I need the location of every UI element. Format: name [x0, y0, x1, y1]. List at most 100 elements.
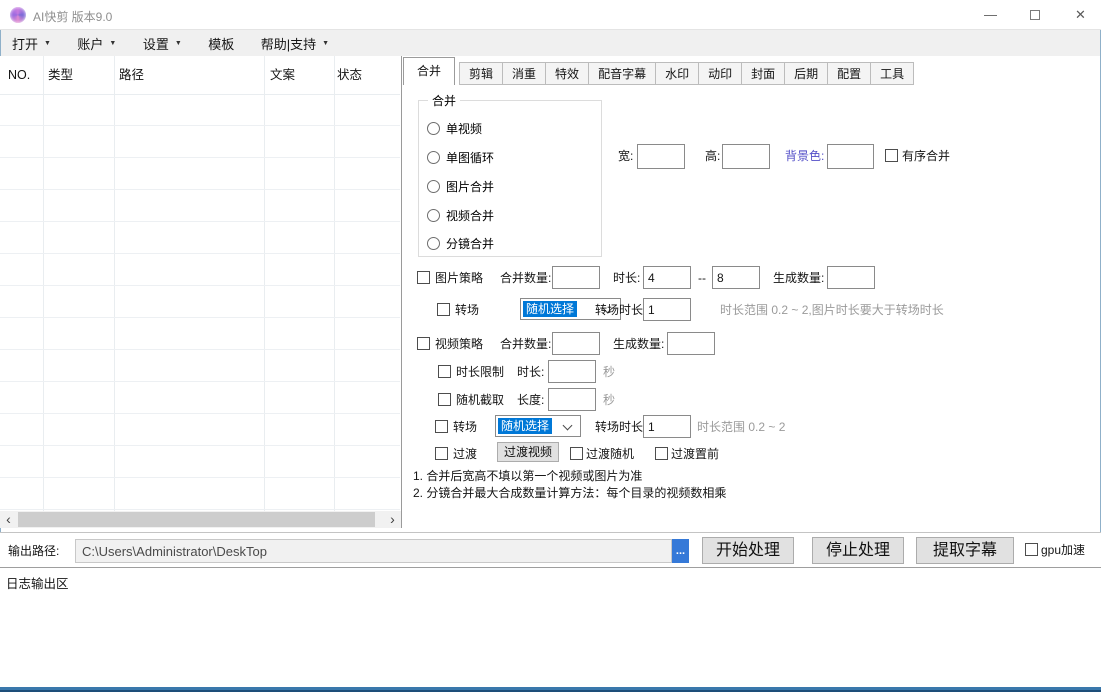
scrollbar-thumb[interactable]: [18, 512, 375, 527]
menu-open-label: 打开: [12, 34, 38, 53]
horizontal-scrollbar[interactable]: ‹ ›: [0, 511, 401, 528]
crossfade-video-button[interactable]: 过渡视频: [497, 442, 559, 462]
height-input[interactable]: [722, 144, 770, 169]
radio-label: 单视频: [446, 121, 482, 137]
duration-separator: --: [698, 267, 706, 289]
stop-button[interactable]: 停止处理: [812, 537, 904, 564]
radio-icon[interactable]: [427, 209, 440, 222]
table-body-empty[interactable]: [0, 94, 400, 511]
bottom-bar: 输出路径: ... 开始处理 停止处理 提取字幕 gpu加速: [0, 532, 1101, 567]
col-header-no: NO.: [8, 56, 30, 94]
radio-label: 单图循环: [446, 150, 494, 166]
img-duration-min-input[interactable]: [643, 266, 691, 289]
video-transition-dropdown[interactable]: 随机选择: [495, 415, 581, 437]
img-transition-hint: 时长范围 0.2 ~ 2,图片时长要大于转场时长: [720, 299, 944, 321]
note-line-1: 1. 合并后宽高不填以第一个视频或图片为准: [413, 468, 642, 485]
tab-motion[interactable]: 动印: [699, 62, 742, 85]
merge-groupbox: 合并 单视频 单图循环 图片合并 视频合并 分镜合并: [418, 100, 602, 257]
menu-template[interactable]: 模板: [197, 30, 245, 56]
radio-icon[interactable]: [427, 122, 440, 135]
img-merge-count-input[interactable]: [552, 266, 600, 289]
gpu-accel-checkbox[interactable]: [1025, 543, 1038, 556]
video-strategy-checkbox[interactable]: [417, 337, 430, 350]
tab-cover[interactable]: 封面: [742, 62, 785, 85]
menu-help[interactable]: 帮助|支持 ▼: [250, 30, 340, 56]
length-unit-label: 秒: [603, 389, 615, 411]
img-transition-duration-label: 转场时长:: [595, 299, 646, 321]
vid-transition-duration-input[interactable]: [643, 415, 691, 438]
start-button[interactable]: 开始处理: [702, 537, 794, 564]
vid-gen-count-label: 生成数量:: [613, 333, 664, 355]
img-duration-max-input[interactable]: [712, 266, 760, 289]
menu-bar: 打开 ▼ 账户▼ 设置 ▼ 模板 帮助|支持 ▼: [1, 30, 1100, 56]
extract-subtitle-button[interactable]: 提取字幕: [916, 537, 1014, 564]
image-strategy-checkbox[interactable]: [417, 271, 430, 284]
maximize-icon: [1030, 10, 1040, 20]
browse-button[interactable]: ...: [672, 539, 689, 563]
scroll-left-icon[interactable]: ‹: [0, 511, 17, 528]
tab-merge[interactable]: 合并: [403, 57, 455, 85]
img-gen-count-input[interactable]: [827, 266, 875, 289]
duration-limit-input[interactable]: [548, 360, 596, 383]
bg-color-input[interactable]: [827, 144, 874, 169]
maximize-button[interactable]: [1013, 0, 1058, 30]
col-header-status: 状态: [337, 56, 362, 94]
tab-watermark[interactable]: 水印: [656, 62, 699, 85]
crossfade-random-checkbox[interactable]: [570, 447, 583, 460]
tab-dub-subtitle[interactable]: 配音字幕: [589, 62, 656, 85]
vid-transition-duration-label: 转场时长:: [595, 416, 646, 438]
ordered-merge-checkbox[interactable]: [885, 149, 898, 162]
vid-merge-count-input[interactable]: [552, 332, 600, 355]
img-gen-count-label: 生成数量:: [773, 267, 824, 289]
video-transition-checkbox[interactable]: [435, 420, 448, 433]
img-transition-duration-input[interactable]: [643, 298, 691, 321]
menu-open[interactable]: 打开 ▼: [1, 30, 62, 56]
image-strategy-label: 图片策略: [435, 267, 483, 289]
tab-config[interactable]: 配置: [828, 62, 871, 85]
menu-account[interactable]: 账户▼: [66, 30, 127, 56]
bg-color-label[interactable]: 背景色:: [785, 145, 824, 167]
random-cut-input[interactable]: [548, 388, 596, 411]
width-input[interactable]: [637, 144, 685, 169]
minimize-icon: —: [984, 7, 997, 22]
height-label: 高:: [705, 145, 720, 167]
random-cut-label: 随机截取: [456, 389, 504, 411]
radio-icon[interactable]: [427, 237, 440, 250]
chevron-down-icon: ▼: [322, 40, 329, 47]
minimize-button[interactable]: —: [968, 0, 1013, 30]
vid-merge-count-label: 合并数量:: [500, 333, 551, 355]
crossfade-front-checkbox[interactable]: [655, 447, 668, 460]
output-path-input[interactable]: [75, 539, 672, 563]
scroll-right-icon[interactable]: ›: [384, 511, 401, 528]
crossfade-checkbox[interactable]: [435, 447, 448, 460]
crossfade-random-label: 过渡随机: [586, 443, 634, 465]
duration-unit-label: 秒: [603, 361, 615, 383]
img-duration-label: 时长:: [613, 267, 640, 289]
dropdown-selected-value: 随机选择: [498, 418, 552, 434]
close-button[interactable]: ✕: [1058, 0, 1101, 30]
vid-gen-count-input[interactable]: [667, 332, 715, 355]
tab-post[interactable]: 后期: [785, 62, 828, 85]
duration-limit-checkbox[interactable]: [438, 365, 451, 378]
tab-dedupe[interactable]: 消重: [503, 62, 546, 85]
col-header-type: 类型: [48, 56, 73, 94]
width-label: 宽:: [618, 145, 633, 167]
tab-edit[interactable]: 剪辑: [459, 62, 503, 85]
radio-icon[interactable]: [427, 180, 440, 193]
menu-settings[interactable]: 设置 ▼: [132, 30, 193, 56]
menu-settings-label: 设置: [143, 34, 169, 53]
random-cut-checkbox[interactable]: [438, 393, 451, 406]
output-path-label: 输出路径:: [8, 540, 59, 562]
tab-effects[interactable]: 特效: [546, 62, 589, 85]
title-bar: AI快剪 版本9.0 — ✕: [0, 0, 1101, 30]
video-transition-label: 转场: [453, 416, 477, 438]
log-output-area[interactable]: 日志输出区: [0, 567, 1101, 687]
menu-help-label: 帮助|支持: [261, 34, 316, 53]
image-transition-checkbox[interactable]: [437, 303, 450, 316]
crossfade-label: 过渡: [453, 443, 477, 465]
radio-label: 分镜合并: [446, 236, 494, 252]
chevron-down-icon: ▼: [44, 40, 51, 47]
chevron-down-icon: ▼: [175, 40, 182, 47]
radio-icon[interactable]: [427, 151, 440, 164]
tab-tools[interactable]: 工具: [871, 62, 914, 85]
